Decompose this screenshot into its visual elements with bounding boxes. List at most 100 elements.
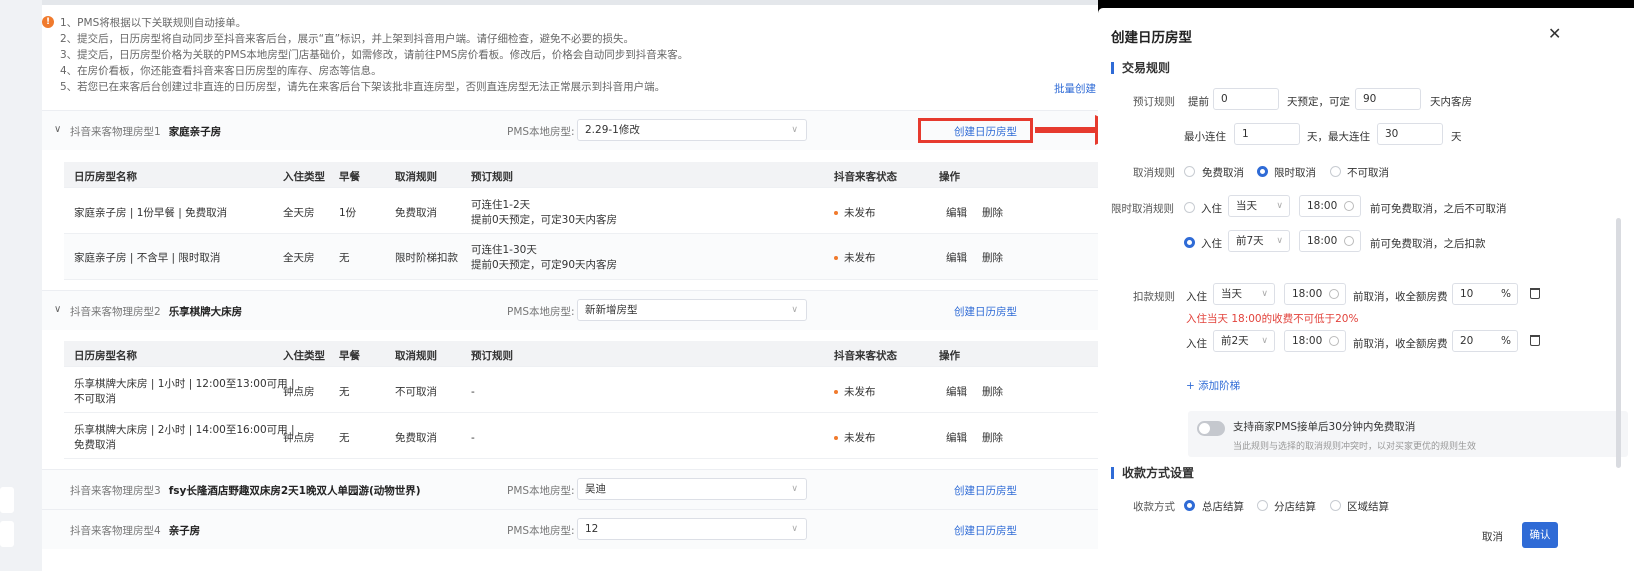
batch-create-link[interactable]: 批量创建 bbox=[1054, 81, 1096, 96]
create-calendar-room-link[interactable]: 创建日历房型 bbox=[954, 304, 1017, 319]
create-calendar-room-modal: 创建日历房型 ✕ 交易规则 预订规则 提前 0 天预定，可定 90 天内客房 最… bbox=[1098, 8, 1634, 571]
checkin-type: 全天房 bbox=[283, 252, 315, 264]
deduct-percent-input[interactable]: 10% bbox=[1452, 283, 1518, 305]
cancel-button[interactable]: 取消 bbox=[1476, 526, 1509, 548]
percent-value: 20 bbox=[1460, 335, 1474, 347]
deduct-time-picker[interactable]: 18:00 bbox=[1284, 330, 1346, 352]
close-icon[interactable]: ✕ bbox=[1548, 24, 1561, 43]
min-stay-input[interactable]: 1 bbox=[1234, 123, 1300, 145]
create-calendar-room-link[interactable]: 创建日历房型 bbox=[954, 483, 1017, 498]
status-text: 未发布 bbox=[844, 432, 876, 444]
pms-room-select[interactable]: 新新增房型 ∨ bbox=[577, 299, 807, 321]
table-row: 家庭亲子房 | 1份早餐 | 免费取消 全天房 1份 免费取消 可连住1-2天 … bbox=[64, 188, 1098, 234]
left-edge-control[interactable] bbox=[0, 487, 14, 513]
create-calendar-room-link[interactable]: 创建日历房型 bbox=[954, 523, 1017, 538]
booking-rule-line: - bbox=[471, 432, 475, 444]
room-label: 抖音来客物理房型3 bbox=[70, 485, 161, 497]
table-row: 乐享棋牌大床房 | 2小时 | 14:00至16:00可用 | 免费取消 钟点房… bbox=[64, 413, 1098, 459]
deduct-day-select[interactable]: 前2天 ∨ bbox=[1213, 330, 1275, 352]
delete-link[interactable]: 删除 bbox=[982, 431, 1003, 445]
deduct-percent-input[interactable]: 20% bbox=[1452, 330, 1518, 352]
edit-link[interactable]: 编辑 bbox=[946, 431, 967, 445]
trash-icon[interactable] bbox=[1530, 335, 1540, 346]
limited-day-select[interactable]: 前7天 ∨ bbox=[1228, 230, 1290, 252]
deduct-rule-text: 前取消，收全额房费 bbox=[1353, 291, 1448, 303]
select-value: 前2天 bbox=[1221, 335, 1249, 347]
chevron-down-icon: ∨ bbox=[1261, 289, 1268, 299]
error-message: 入住当天 18:00的收费不可低于20% bbox=[1186, 313, 1359, 325]
room-label: 抖音来客物理房型2 bbox=[70, 306, 161, 318]
table-row: 乐享棋牌大床房 | 1小时 | 12:00至13:00可用 | 不可取消 钟点房… bbox=[64, 367, 1098, 413]
max-stay-input[interactable]: 30 bbox=[1377, 123, 1443, 145]
chevron-down-icon[interactable]: ∨ bbox=[54, 124, 61, 135]
pms-room-select[interactable]: 吴迪 ∨ bbox=[577, 478, 807, 500]
column-header: 入住类型 bbox=[283, 171, 325, 183]
booking-rule-line: 可连住1-30天 bbox=[471, 244, 537, 256]
time-value: 18:00 bbox=[1307, 235, 1338, 247]
booking-rule-label: 预订规则 bbox=[1133, 96, 1175, 108]
radio-branch[interactable] bbox=[1257, 500, 1268, 511]
modal-title: 创建日历房型 bbox=[1111, 30, 1192, 46]
confirm-button[interactable]: 确认 bbox=[1522, 522, 1558, 548]
booking-rule-line: - bbox=[471, 386, 475, 398]
status-dot bbox=[834, 211, 838, 215]
column-header: 早餐 bbox=[339, 350, 360, 362]
status-text: 未发布 bbox=[844, 386, 876, 398]
limited-day-select[interactable]: 当天 ∨ bbox=[1228, 195, 1290, 217]
toggle-knob bbox=[1199, 423, 1210, 434]
radio-free-cancel[interactable] bbox=[1184, 166, 1195, 177]
status-dot bbox=[834, 390, 838, 394]
chevron-down-icon[interactable]: ∨ bbox=[54, 304, 61, 315]
radio-limited-cancel[interactable] bbox=[1257, 166, 1268, 177]
limited-time-picker[interactable]: 18:00 bbox=[1299, 195, 1361, 217]
pms-room-select[interactable]: 2.29-1修改 ∨ bbox=[577, 119, 807, 141]
edit-link[interactable]: 编辑 bbox=[946, 206, 967, 220]
add-step-link[interactable]: + 添加阶梯 bbox=[1186, 378, 1240, 393]
limited-rule-text: 前可免费取消，之后扣款 bbox=[1370, 238, 1486, 250]
room-table-1: 日历房型名称 入住类型 早餐 取消规则 预订规则 抖音来客状态 操作 家庭亲子房… bbox=[64, 162, 1098, 282]
limited-time-picker[interactable]: 18:00 bbox=[1299, 230, 1361, 252]
pms-label: PMS本地房型: bbox=[507, 485, 575, 497]
delete-link[interactable]: 删除 bbox=[982, 385, 1003, 399]
notice-line: 4、在房价看板，你还能查看抖音来客日历房型的库存、房态等信息。 bbox=[60, 65, 382, 77]
highlight-box bbox=[918, 118, 1033, 143]
status-text: 未发布 bbox=[844, 207, 876, 219]
column-header: 预订规则 bbox=[471, 171, 513, 183]
column-header: 取消规则 bbox=[395, 350, 437, 362]
delete-link[interactable]: 删除 bbox=[982, 206, 1003, 220]
bookable-days-input[interactable]: 90 bbox=[1355, 88, 1421, 110]
radio-region[interactable] bbox=[1330, 500, 1341, 511]
checkin-label: 入住 bbox=[1201, 203, 1222, 215]
radio-no-cancel[interactable] bbox=[1330, 166, 1341, 177]
deduct-rule-label: 扣款规则 bbox=[1133, 291, 1175, 303]
pms-room-select[interactable]: 12 ∨ bbox=[577, 518, 807, 540]
pms-label: PMS本地房型: bbox=[507, 525, 575, 537]
radio-head-office[interactable] bbox=[1184, 500, 1195, 511]
radio-limited-row-1[interactable] bbox=[1184, 202, 1195, 213]
column-header: 预订规则 bbox=[471, 350, 513, 362]
chevron-down-icon: ∨ bbox=[791, 125, 798, 135]
free-cancel-toggle[interactable] bbox=[1197, 421, 1225, 436]
section-trade-rules: 交易规则 bbox=[1111, 62, 1170, 74]
room-label: 抖音来客物理房型1 bbox=[70, 126, 161, 138]
booking-rule-line: 提前0天预定，可定30天内客房 bbox=[471, 214, 618, 226]
advance-mid: 天预定，可定 bbox=[1287, 96, 1350, 108]
edit-link[interactable]: 编辑 bbox=[946, 385, 967, 399]
advance-days-input[interactable]: 0 bbox=[1213, 88, 1279, 110]
modal-scrollbar[interactable] bbox=[1616, 218, 1621, 468]
advance-prefix: 提前 bbox=[1188, 96, 1209, 108]
radio-limited-row-2[interactable] bbox=[1184, 237, 1195, 248]
pms-select-value: 吴迪 bbox=[585, 483, 606, 495]
pms-label: PMS本地房型: bbox=[507, 306, 575, 318]
status-text: 未发布 bbox=[844, 252, 876, 264]
left-edge-control[interactable] bbox=[0, 521, 14, 547]
delete-link[interactable]: 删除 bbox=[982, 251, 1003, 265]
edit-link[interactable]: 编辑 bbox=[946, 251, 967, 265]
trash-icon[interactable] bbox=[1530, 288, 1540, 299]
chevron-down-icon: ∨ bbox=[1276, 236, 1283, 246]
deduct-time-picker[interactable]: 18:00 bbox=[1284, 283, 1346, 305]
free-cancel-toggle-panel: 支持商家PMS接单后30分钟内免费取消 当此规则与选择的取消规则冲突时，以对买家… bbox=[1188, 411, 1628, 457]
deduct-day-select[interactable]: 当天 ∨ bbox=[1213, 283, 1275, 305]
radio-label: 不可取消 bbox=[1347, 167, 1389, 179]
column-header: 早餐 bbox=[339, 171, 360, 183]
